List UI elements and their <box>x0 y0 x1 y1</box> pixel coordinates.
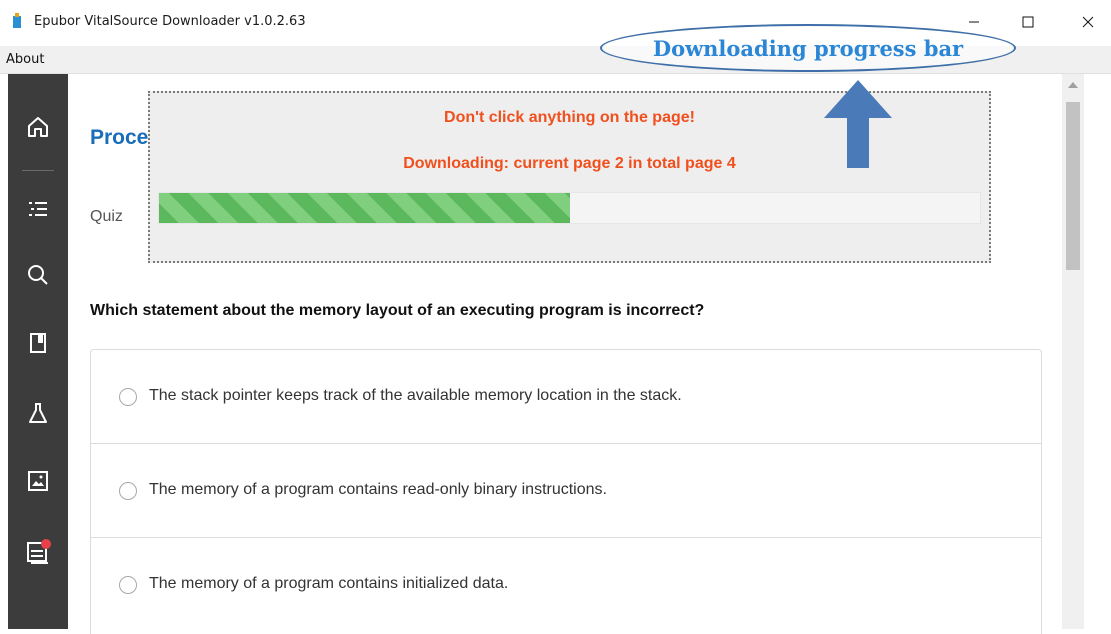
download-progress-bar <box>158 192 981 224</box>
answer-option[interactable]: The stack pointer keeps track of the ava… <box>91 350 1041 444</box>
sidebar-item-contents[interactable] <box>8 184 68 234</box>
minimize-icon <box>969 21 979 23</box>
sidebar-item-search[interactable] <box>8 250 68 300</box>
answer-option[interactable]: The memory of a program contains read-on… <box>91 444 1041 538</box>
home-icon <box>28 117 48 137</box>
page-heading: Proce <box>90 126 149 149</box>
sidebar <box>8 74 68 629</box>
progress-fill <box>159 193 570 223</box>
sidebar-divider <box>22 170 54 171</box>
sidebar-item-labs[interactable] <box>8 388 68 438</box>
list-icon <box>29 202 47 216</box>
sidebar-item-home[interactable] <box>8 102 68 152</box>
maximize-icon <box>1022 16 1034 28</box>
window-title: Epubor VitalSource Downloader v1.0.2.63 <box>34 14 306 29</box>
maximize-button[interactable] <box>1008 8 1048 36</box>
answer-list: The stack pointer keeps track of the ava… <box>90 349 1042 634</box>
sidebar-item-bookmarks[interactable] <box>8 318 68 368</box>
menu-item-about[interactable]: About <box>6 52 44 67</box>
annotation-callout: Downloading progress bar <box>600 24 1016 72</box>
question-text: Which statement about the memory layout … <box>90 302 705 319</box>
answer-text: The stack pointer keeps track of the ava… <box>149 387 682 404</box>
search-icon <box>28 265 48 285</box>
app-logo-icon <box>13 13 21 28</box>
image-icon <box>28 471 48 491</box>
notification-badge <box>41 539 51 549</box>
close-button[interactable] <box>1068 8 1108 36</box>
sidebar-item-notes[interactable] <box>8 526 68 576</box>
sidebar-item-images[interactable] <box>8 456 68 506</box>
vertical-scrollbar[interactable] <box>1062 74 1084 629</box>
scroll-up-arrow-icon[interactable] <box>1068 82 1078 88</box>
flask-icon <box>29 403 47 423</box>
radio-button[interactable] <box>119 388 137 406</box>
up-arrow-icon <box>824 80 892 168</box>
answer-option[interactable]: The memory of a program contains initial… <box>91 538 1041 632</box>
annotation-label: Downloading progress bar <box>652 35 964 61</box>
close-icon <box>1082 16 1094 28</box>
radio-button[interactable] <box>119 482 137 500</box>
bookmark-icon <box>30 333 46 353</box>
scroll-thumb[interactable] <box>1066 102 1080 270</box>
radio-button[interactable] <box>119 576 137 594</box>
answer-text: The memory of a program contains initial… <box>149 575 509 592</box>
answer-text: The memory of a program contains read-on… <box>149 481 607 498</box>
notes-icon <box>27 539 51 564</box>
quiz-label: Quiz <box>90 208 123 225</box>
